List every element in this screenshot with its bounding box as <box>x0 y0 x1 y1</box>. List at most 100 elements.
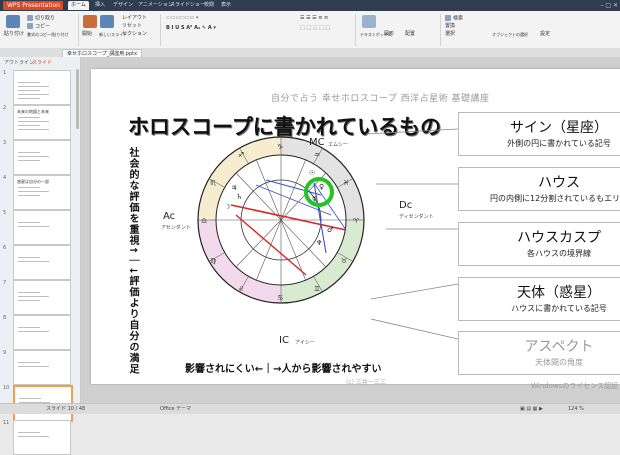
thumbnail-text-line <box>18 86 49 87</box>
paste-button[interactable]: 貼り付け <box>4 31 24 38</box>
search-icon <box>445 15 451 21</box>
connector-lines <box>366 128 459 340</box>
cut-button[interactable]: 切り取り <box>27 15 55 23</box>
slide-thumbnail[interactable]: 惑星は自分の一部 <box>13 175 71 210</box>
paste-icon[interactable] <box>6 15 20 28</box>
arrange-button[interactable]: 配置 <box>405 31 415 38</box>
status-bar: スライド 10 / 48 Office テーマ ▣ ▤ ▦ ▶ 124 % <box>0 403 620 414</box>
sign-glyph: ♍ <box>210 257 217 265</box>
section-button[interactable]: セクション <box>122 31 147 38</box>
slide[interactable]: 自分で占う 幸せホロスコープ 西洋占星術 基礎講座 ホロスコープに書かれているも… <box>91 69 620 390</box>
thumbnail-text-line <box>19 398 41 399</box>
slide-thumbnail[interactable] <box>13 140 71 175</box>
planet-glyph: ♆ <box>316 239 322 247</box>
slide-thumbnail[interactable] <box>13 245 71 280</box>
info-box-desc: 各ハウスの境界線 <box>527 249 591 258</box>
tab-insert[interactable]: 挿入 <box>92 1 108 10</box>
sign-glyph: ♎ <box>201 217 207 225</box>
format-buttons[interactable]: B I U S A² A₂ ✎ A ▾ <box>166 25 216 32</box>
font-name-box[interactable]: ▭▭▭▭▭▭ ▾ <box>166 15 198 22</box>
select-button[interactable]: 選択 <box>445 31 455 38</box>
slide-thumbnail[interactable] <box>13 315 71 350</box>
thumbnail-text-line <box>18 300 40 301</box>
find-button[interactable]: 検索 <box>445 15 463 23</box>
thumbnail-text-line <box>18 362 40 363</box>
thumbnail-text-line <box>18 331 49 332</box>
minimize-icon[interactable]: – <box>600 2 603 9</box>
thumbnail-title: 惑星は自分の一部 <box>17 179 49 184</box>
sign-glyph: ♋ <box>277 294 283 302</box>
info-box-sign[interactable]: サイン（星座） 外側の円に書かれている記号 <box>458 112 620 156</box>
slide-subtitle: 自分で占う 幸せホロスコープ 西洋占星術 基礎講座 <box>271 94 490 104</box>
tab-outline[interactable]: アウトライン <box>4 59 34 66</box>
tab-slides[interactable]: スライド <box>32 59 52 66</box>
thumbnail-text-line <box>18 226 49 227</box>
info-box-title: アスペクト <box>524 339 594 355</box>
info-box-house-cusp[interactable]: ハウスカスプ 各ハウスの境界線 <box>458 222 620 266</box>
thumbnail-text-line <box>18 261 49 262</box>
app-menu-button[interactable]: WPS Presentation <box>3 1 63 10</box>
start-button[interactable]: 開始 <box>82 31 92 38</box>
ribbon-divider <box>440 14 441 46</box>
panel-scrollbar[interactable] <box>76 69 79 129</box>
vertical-axis-caption: 社会的な評価を重視↑｜↓評価より自分の満足 <box>127 147 138 375</box>
tab-home[interactable]: ホーム <box>68 1 89 10</box>
tab-design[interactable]: デザイン <box>110 1 136 10</box>
info-box-planet[interactable]: 天体（惑星） ハウスに書かれている記号 <box>458 277 620 321</box>
horizontal-axis-caption: 影響されにくい←｜→人から影響されやすい <box>185 364 382 375</box>
thumbnail-number: 4 <box>3 175 7 181</box>
replace-button[interactable]: 置換 <box>445 23 455 30</box>
paragraph-buttons[interactable]: ☰ ☰ ☰ ≡ ≡ <box>300 15 328 22</box>
info-box-aspect[interactable]: アスペクト 天体間の角度 <box>458 331 620 375</box>
new-slide-icon[interactable] <box>100 15 114 28</box>
sign-glyph: ♒ <box>314 151 320 159</box>
planet-glyph: ♃ <box>231 184 237 192</box>
info-box-house[interactable]: ハウス 円の内側に12分割されているもエリア <box>458 167 620 211</box>
planet-glyph: ♂ <box>327 226 333 234</box>
thumbnail-number: 6 <box>3 245 7 251</box>
ac-sublabel: アセンダント <box>161 225 191 231</box>
thumbnail-text-line <box>18 432 40 433</box>
copy-icon <box>27 23 33 29</box>
shapes-button[interactable]: 図形 <box>384 31 394 38</box>
reset-button[interactable]: リセット <box>122 23 142 30</box>
cut-label: 切り取り <box>35 15 56 22</box>
thumbnail-text-line <box>18 257 40 258</box>
slide-thumbnail[interactable]: 未来の地図と未来 <box>13 105 71 140</box>
thumbnail-number: 1 <box>3 70 7 76</box>
format-painter-button[interactable]: 書式のコピー/貼り付け <box>27 31 68 38</box>
ic-sublabel: アイシー <box>295 340 315 346</box>
info-box-desc: 天体間の角度 <box>535 358 583 367</box>
sign-glyph: ♈ <box>353 217 360 225</box>
ribbon: 貼り付け 切り取り コピー 書式のコピー/貼り付け 開始 新しいスライド レイア… <box>0 11 620 49</box>
tab-view[interactable]: 表示 <box>218 1 234 10</box>
info-box-desc: ハウスに書かれている記号 <box>511 304 607 313</box>
thumbnail-text-line <box>18 187 40 188</box>
copy-button[interactable]: コピー <box>27 23 50 31</box>
thumbnail-text-line <box>18 292 40 293</box>
maximize-icon[interactable]: □ <box>605 2 611 9</box>
thumbnail-number: 10 <box>3 385 10 391</box>
slideshow-start-icon[interactable] <box>83 15 97 28</box>
planet-glyph: ☽ <box>224 203 230 211</box>
slide-thumbnail[interactable] <box>13 70 71 105</box>
textbox-icon[interactable] <box>362 15 376 28</box>
slide-thumbnail[interactable] <box>13 280 71 315</box>
tab-review[interactable]: 校閲 <box>201 1 217 10</box>
select-objects-button[interactable]: オブジェクトの選択 <box>492 31 528 38</box>
scissors-icon <box>27 15 33 21</box>
slide-canvas: 自分で占う 幸せホロスコープ 西洋占星術 基礎講座 ホロスコープに書かれているも… <box>81 57 620 403</box>
slide-thumbnail[interactable] <box>13 350 71 385</box>
thumbnail-text-line <box>18 327 40 328</box>
align-buttons[interactable]: ⬚ ⬚ ⬚ ⬚ ⬚ <box>300 25 330 32</box>
thumbnail-text-line <box>18 98 40 99</box>
thumbnail-text-line <box>18 94 49 95</box>
thumbnail-text-line <box>18 222 40 223</box>
slide-thumbnail[interactable] <box>13 420 71 455</box>
settings-button[interactable]: 設定 <box>540 31 550 38</box>
close-icon[interactable]: ✕ <box>613 2 618 9</box>
slide-thumbnail[interactable] <box>13 210 71 245</box>
layout-button[interactable]: レイアウト <box>122 15 147 22</box>
window-controls[interactable]: – □ ✕ <box>600 1 618 10</box>
thumbnail-text-line <box>18 90 40 91</box>
